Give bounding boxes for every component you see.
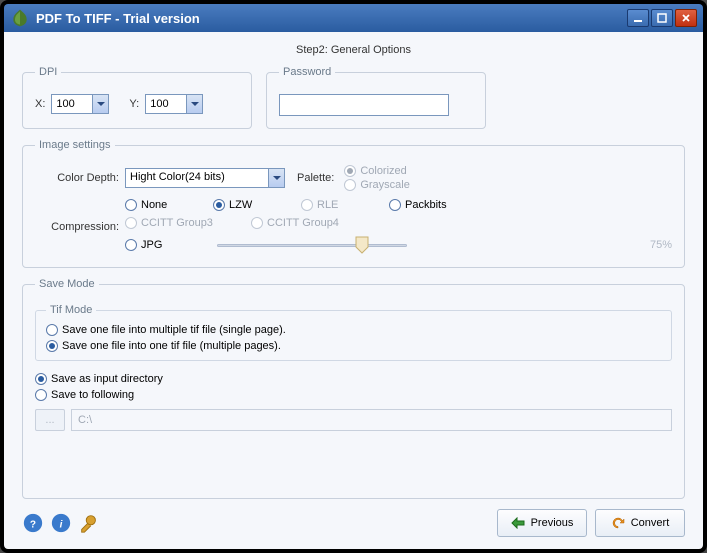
dpi-x-input[interactable] [52,95,92,113]
step-label: Step2: General Options [22,40,685,66]
dpi-x-combo[interactable] [51,94,109,114]
compression-packbits-radio[interactable]: Packbits [389,199,461,211]
image-settings-group: Image settings Color Depth: Hight Color(… [22,139,685,268]
palette-grayscale-radio: Grayscale [344,179,410,191]
output-path-input [71,409,672,431]
help-icon[interactable]: ? [22,512,44,534]
palette-label: Palette: [297,172,334,184]
app-icon [10,8,30,28]
slider-thumb[interactable] [355,236,369,254]
compression-none-radio[interactable]: None [125,199,197,211]
dpi-y-label: Y: [129,98,139,110]
svg-text:?: ? [30,520,36,531]
slider-track [217,244,407,247]
palette-colorized-radio: Colorized [344,165,410,177]
dpi-y-input[interactable] [146,95,186,113]
tif-mode-group: Tif Mode Save one file into multiple tif… [35,304,672,361]
password-group: Password [266,66,486,129]
jpg-quality-value: 75% [650,239,672,251]
dpi-group: DPI X: Y: [22,66,252,129]
compression-label: Compression: [35,199,125,233]
previous-button[interactable]: Previous [497,509,587,537]
tif-multi-page-radio[interactable]: Save one file into one tif file (multipl… [46,340,661,352]
chevron-down-icon[interactable] [268,169,284,187]
app-window: PDF To TIFF - Trial version Step2: Gener… [0,0,707,553]
info-icon[interactable]: i [50,512,72,534]
bottom-bar: ? i Previous Convert [22,499,685,537]
compression-jpg-radio[interactable]: JPG [125,239,197,251]
convert-button[interactable]: Convert [595,509,685,537]
minimize-button[interactable] [627,9,649,27]
jpg-quality-slider[interactable] [217,235,618,255]
save-as-input-radio[interactable]: Save as input directory [35,373,672,385]
compression-ccitt3-radio: CCITT Group3 [125,217,235,229]
dpi-legend: DPI [35,66,61,78]
color-depth-select[interactable]: Hight Color(24 bits) [125,168,285,188]
tif-mode-legend: Tif Mode [46,304,96,316]
compression-ccitt4-radio: CCITT Group4 [251,217,339,229]
image-settings-legend: Image settings [35,139,115,151]
color-depth-label: Color Depth: [35,172,125,184]
maximize-button[interactable] [651,9,673,27]
save-mode-legend: Save Mode [35,278,99,290]
chevron-down-icon[interactable] [92,95,108,113]
save-to-following-radio[interactable]: Save to following [35,389,672,401]
window-title: PDF To TIFF - Trial version [36,11,627,26]
compression-lzw-radio[interactable]: LZW [213,199,285,211]
window-buttons [627,9,697,27]
color-depth-value: Hight Color(24 bits) [126,169,268,187]
close-button[interactable] [675,9,697,27]
password-input[interactable] [279,94,449,116]
key-icon[interactable] [78,512,100,534]
compression-rle-radio: RLE [301,199,373,211]
titlebar: PDF To TIFF - Trial version [4,4,703,32]
dpi-y-combo[interactable] [145,94,203,114]
save-mode-group: Save Mode Tif Mode Save one file into mu… [22,278,685,499]
browse-button: ... [35,409,65,431]
refresh-icon [611,516,625,530]
client-area: Step2: General Options DPI X: Y: [4,32,703,549]
svg-text:i: i [60,520,63,531]
tif-single-page-radio[interactable]: Save one file into multiple tif file (si… [46,324,661,336]
dpi-x-label: X: [35,98,45,110]
password-legend: Password [279,66,335,78]
chevron-down-icon[interactable] [186,95,202,113]
arrow-left-icon [511,517,525,529]
